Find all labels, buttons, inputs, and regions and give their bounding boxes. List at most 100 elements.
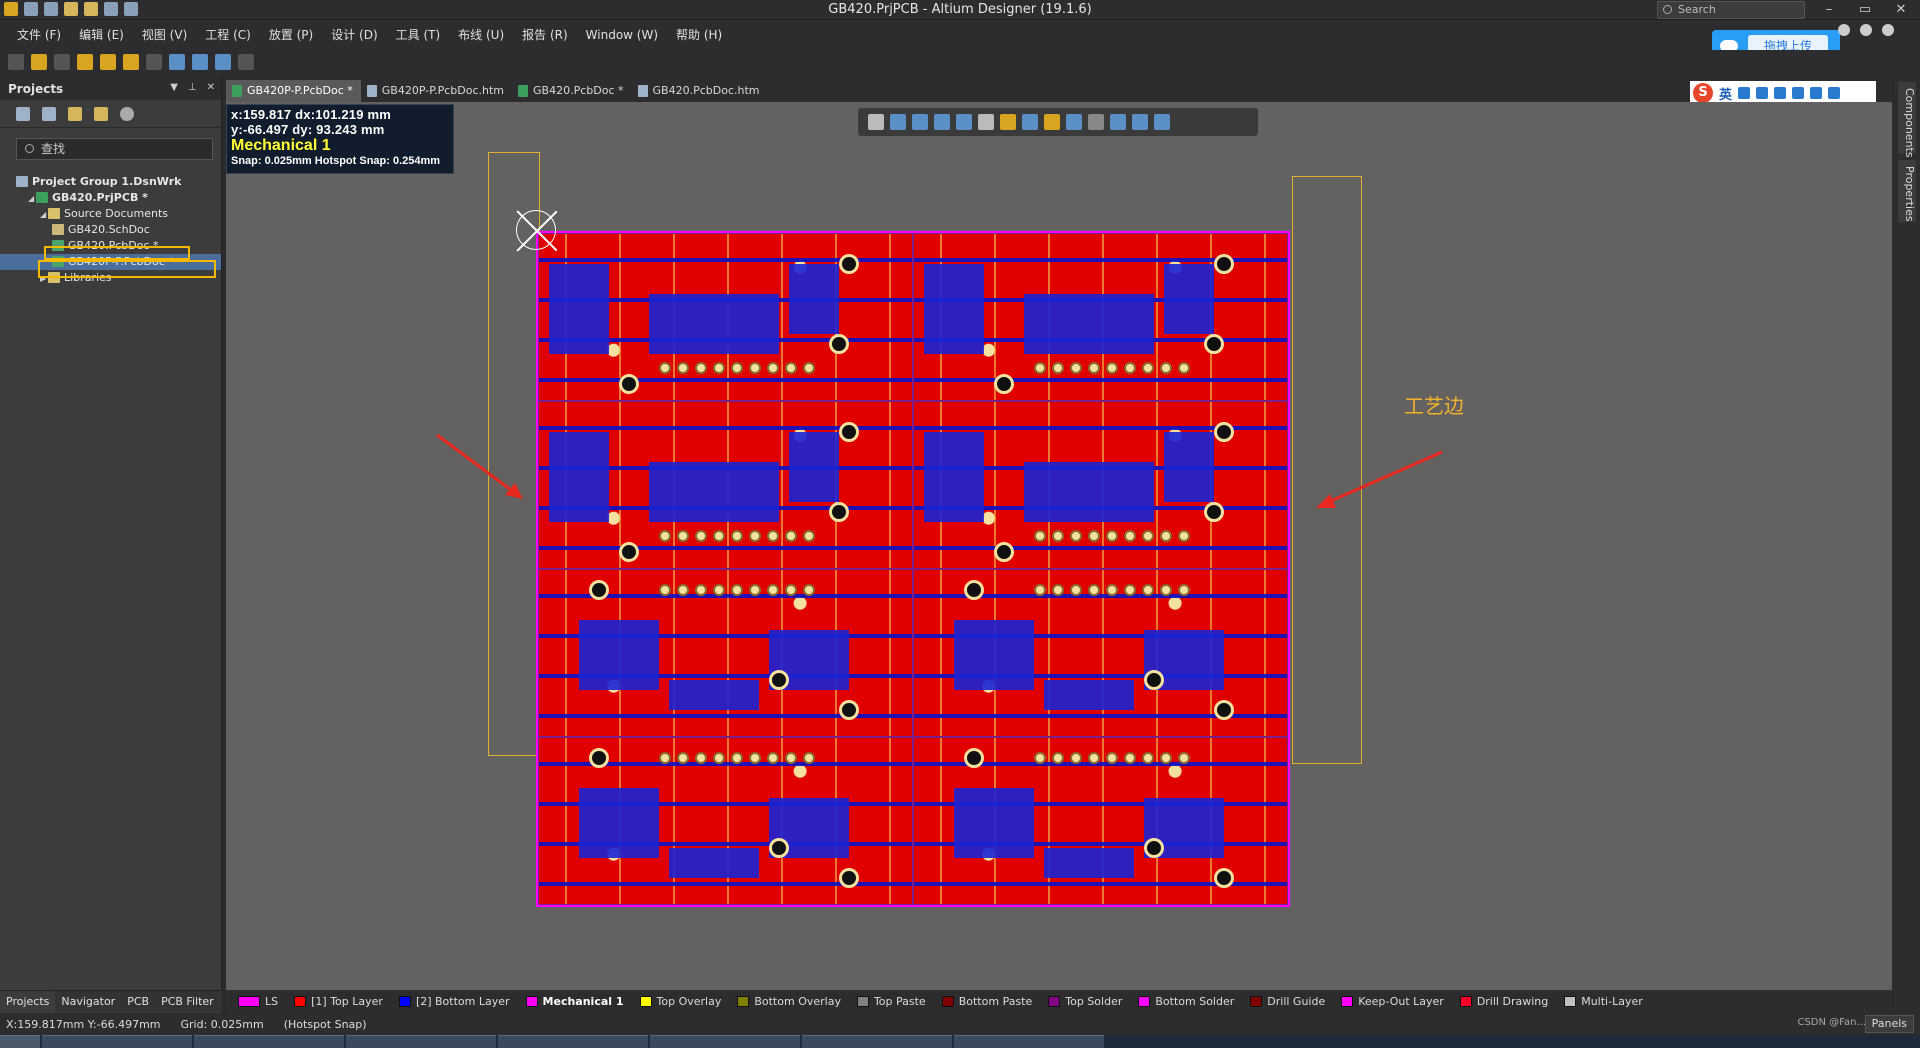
project-options-icon[interactable] — [94, 106, 108, 121]
plus-icon[interactable] — [912, 114, 928, 130]
fill-icon[interactable] — [169, 54, 185, 70]
menu-item-9[interactable]: Window (W) — [577, 24, 667, 46]
layer-tab[interactable]: LS — [230, 990, 286, 1012]
pcb-workspace[interactable]: x:159.817 dx:101.219 mm y:-66.497 dy: 93… — [226, 102, 1892, 990]
layer-tab[interactable]: Keep-Out Layer — [1333, 990, 1452, 1012]
dropdown-icon[interactable]: ▼ — [170, 82, 178, 93]
panel-tab-pcb-filter[interactable]: PCB Filter — [155, 991, 220, 1013]
menu-item-2[interactable]: 视图 (V) — [133, 24, 196, 46]
punctuation-icon[interactable] — [1756, 87, 1769, 99]
menu-item-10[interactable]: 帮助 (H) — [667, 24, 731, 46]
bus-icon[interactable] — [54, 54, 70, 70]
pcb-unit[interactable] — [913, 233, 1288, 401]
collapse-arrow-icon[interactable]: ◢ — [28, 191, 36, 207]
pcb-panel-board[interactable] — [536, 231, 1290, 907]
pin-icon[interactable]: ⊥ — [188, 82, 197, 93]
compile-icon[interactable] — [42, 106, 56, 121]
dimension-icon[interactable] — [1110, 114, 1126, 130]
tree-item[interactable]: ◢ GB420.PrjPCB * — [0, 190, 221, 206]
menu-item-6[interactable]: 工具 (T) — [387, 24, 450, 46]
taskbar-item[interactable] — [802, 1035, 952, 1048]
pcb-unit[interactable] — [538, 401, 913, 569]
maximize-button[interactable]: ▭ — [1848, 0, 1882, 20]
layer-tab[interactable]: Top Paste — [849, 990, 934, 1012]
fill-icon[interactable] — [1066, 114, 1082, 130]
taskbar-item[interactable] — [0, 1035, 40, 1048]
panel-tab-navigator[interactable]: Navigator — [55, 991, 121, 1013]
wrench-icon[interactable] — [1828, 87, 1841, 99]
document-tab[interactable]: GB420.PcbDoc * — [512, 80, 631, 102]
polygon-icon[interactable] — [192, 54, 208, 70]
moon-icon[interactable] — [1738, 87, 1751, 99]
tree-item[interactable]: Project Group 1.DsnWrk — [0, 174, 221, 190]
properties-panel-tab[interactable]: Properties — [1898, 160, 1916, 222]
keyboard-icon[interactable] — [1774, 87, 1787, 99]
document-tab[interactable]: GB420P-P.PcbDoc * — [226, 80, 361, 102]
component-icon[interactable] — [978, 114, 994, 130]
taskbar-item[interactable] — [650, 1035, 800, 1048]
user-icon[interactable] — [1882, 24, 1894, 36]
arc-icon[interactable] — [146, 54, 162, 70]
menu-item-3[interactable]: 工程 (C) — [196, 24, 260, 46]
pcb-unit[interactable] — [538, 233, 913, 401]
panels-button[interactable]: Panels — [1864, 1015, 1914, 1033]
layer-tab[interactable]: Top Overlay — [632, 990, 730, 1012]
layer-tab[interactable]: [1] Top Layer — [286, 990, 391, 1012]
skin-icon[interactable] — [1810, 87, 1823, 99]
menu-item-8[interactable]: 报告 (R) — [513, 24, 577, 46]
text-icon[interactable] — [1132, 114, 1148, 130]
taskbar-item[interactable] — [954, 1035, 1104, 1048]
pcb-unit[interactable] — [913, 401, 1288, 569]
component-icon[interactable] — [238, 54, 254, 70]
close-button[interactable]: ✕ — [1884, 0, 1918, 20]
move-icon[interactable] — [890, 114, 906, 130]
components-panel-tab[interactable]: Components — [1898, 82, 1916, 158]
pcb-unit[interactable] — [538, 569, 913, 737]
menu-item-0[interactable]: 文件 (F) — [8, 24, 70, 46]
bell-icon[interactable] — [1860, 24, 1872, 36]
save-icon[interactable] — [16, 106, 30, 121]
ime-language[interactable]: 英 — [1719, 84, 1732, 103]
pcb-unit[interactable] — [913, 569, 1288, 737]
taskbar-item[interactable] — [194, 1035, 344, 1048]
line-icon[interactable] — [1154, 114, 1170, 130]
menu-item-5[interactable]: 设计 (D) — [322, 24, 386, 46]
route-icon[interactable] — [31, 54, 47, 70]
panel-tab-projects[interactable]: Projects — [0, 990, 56, 1013]
layer-tab[interactable]: Bottom Solder — [1130, 990, 1242, 1012]
gear-icon[interactable] — [1838, 24, 1850, 36]
taskbar-item[interactable] — [346, 1035, 496, 1048]
menu-item-1[interactable]: 编辑 (E) — [70, 24, 133, 46]
layer-tab[interactable]: Bottom Paste — [934, 990, 1041, 1012]
layer-tab[interactable]: Top Solder — [1040, 990, 1130, 1012]
minimize-button[interactable]: – — [1812, 0, 1846, 20]
diff-pair-icon[interactable] — [77, 54, 93, 70]
panel-tab-pcb[interactable]: PCB — [121, 991, 155, 1013]
layer-tab[interactable]: Drill Guide — [1242, 990, 1333, 1012]
filter-icon[interactable] — [868, 114, 884, 130]
layer-tab[interactable]: Bottom Overlay — [729, 990, 849, 1012]
close-icon[interactable]: ✕ — [207, 82, 215, 93]
open-folder-icon[interactable] — [68, 106, 82, 121]
text-icon[interactable] — [215, 54, 231, 70]
keepout-icon[interactable] — [1088, 114, 1104, 130]
layer-tab[interactable]: [2] Bottom Layer — [391, 990, 518, 1012]
tree-item[interactable]: ◢ Source Documents — [0, 206, 221, 222]
pcb-unit[interactable] — [538, 737, 913, 905]
user-icon[interactable] — [1792, 87, 1805, 99]
route-icon[interactable] — [1000, 114, 1016, 130]
gear-icon[interactable] — [120, 106, 134, 121]
tree-item[interactable]: GB420.SchDoc — [0, 222, 221, 238]
pad-icon[interactable] — [100, 54, 116, 70]
layer-tab[interactable]: Drill Drawing — [1452, 990, 1556, 1012]
taskbar-item[interactable] — [42, 1035, 192, 1048]
via-icon[interactable] — [123, 54, 139, 70]
collapse-arrow-icon[interactable]: ◢ — [40, 207, 48, 223]
layer-tab[interactable]: Mechanical 1 — [518, 990, 632, 1012]
align-icon[interactable] — [956, 114, 972, 130]
menu-item-4[interactable]: 放置 (P) — [260, 24, 322, 46]
menu-item-7[interactable]: 布线 (U) — [449, 24, 513, 46]
layer-tab[interactable]: Multi-Layer — [1556, 990, 1651, 1012]
layers-icon[interactable] — [8, 54, 24, 70]
pcb-unit[interactable] — [913, 737, 1288, 905]
